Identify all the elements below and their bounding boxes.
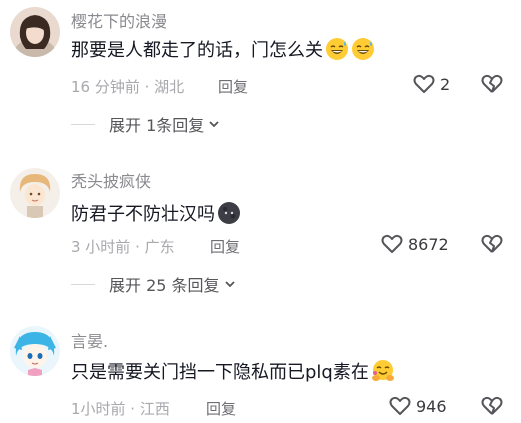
like-count: 8672 <box>408 234 449 254</box>
heart-icon <box>413 74 435 93</box>
comment-item: 言晏. 只是需要关门挡一下隐私而已plq素在 1小时前 · 江西 回复 946 <box>0 320 521 423</box>
dislike-button[interactable] <box>480 232 504 260</box>
grinning-sweat-emoji-icon <box>325 37 349 61</box>
comment-text: 那要是人都走了的话，门怎么关 <box>71 36 375 62</box>
dark-moon-face-emoji-icon <box>217 201 241 225</box>
like-count: 2 <box>440 74 451 94</box>
comment-item: 秃头披疯侠 防君子不防壮汉吗 3 小时前 · 广东 回复 8672 展开 25 … <box>0 160 521 300</box>
username[interactable]: 秃头披疯侠 <box>71 168 151 192</box>
broken-heart-icon <box>481 234 503 253</box>
reply-button[interactable]: 回复 <box>206 398 236 419</box>
heart-icon <box>381 234 403 253</box>
hugging-face-emoji-icon <box>371 359 395 383</box>
timestamp-location: 3 小时前 · 广东 <box>71 238 175 256</box>
comment-text-body: 那要是人都走了的话，门怎么关 <box>71 40 323 61</box>
username[interactable]: 言晏. <box>71 328 108 352</box>
comment-text: 只是需要关门挡一下隐私而已plq素在 <box>71 358 395 384</box>
expand-replies-button[interactable]: 展开 1条回复 <box>71 112 220 136</box>
comment-item: 樱花下的浪漫 那要是人都走了的话，门怎么关 16 分钟前 · 湖北 回复 2 展… <box>0 0 521 140</box>
comment-text-body: 防君子不防壮汉吗 <box>71 204 215 225</box>
expand-replies-label: 展开 25 条回复 <box>109 276 220 295</box>
like-button[interactable]: 946 <box>388 394 447 418</box>
avatar[interactable] <box>10 7 60 57</box>
comment-text-body: 只是需要关门挡一下隐私而已plq素在 <box>71 362 369 383</box>
like-count: 946 <box>416 396 447 416</box>
heart-icon <box>389 396 411 415</box>
timestamp-location: 1小时前 · 江西 <box>71 400 170 418</box>
like-button[interactable]: 2 <box>412 72 450 96</box>
broken-heart-icon <box>481 74 503 93</box>
reply-button[interactable]: 回复 <box>218 76 248 97</box>
expand-replies-button[interactable]: 展开 25 条回复 <box>71 272 236 296</box>
grinning-sweat-emoji-icon <box>351 37 375 61</box>
chevron-down-icon <box>224 281 235 288</box>
like-button[interactable]: 8672 <box>380 232 449 256</box>
chevron-down-icon <box>209 121 219 128</box>
divider <box>71 123 95 125</box>
timestamp-location: 16 分钟前 · 湖北 <box>71 78 185 96</box>
dislike-button[interactable] <box>480 394 504 422</box>
dislike-button[interactable] <box>480 72 504 100</box>
broken-heart-icon <box>481 396 503 415</box>
reply-button[interactable]: 回复 <box>210 236 240 257</box>
divider <box>71 283 95 285</box>
expand-replies-label: 展开 1条回复 <box>109 116 205 135</box>
avatar[interactable] <box>10 326 60 376</box>
comment-text: 防君子不防壮汉吗 <box>71 200 241 226</box>
username[interactable]: 樱花下的浪漫 <box>71 8 167 32</box>
avatar[interactable] <box>10 168 60 218</box>
